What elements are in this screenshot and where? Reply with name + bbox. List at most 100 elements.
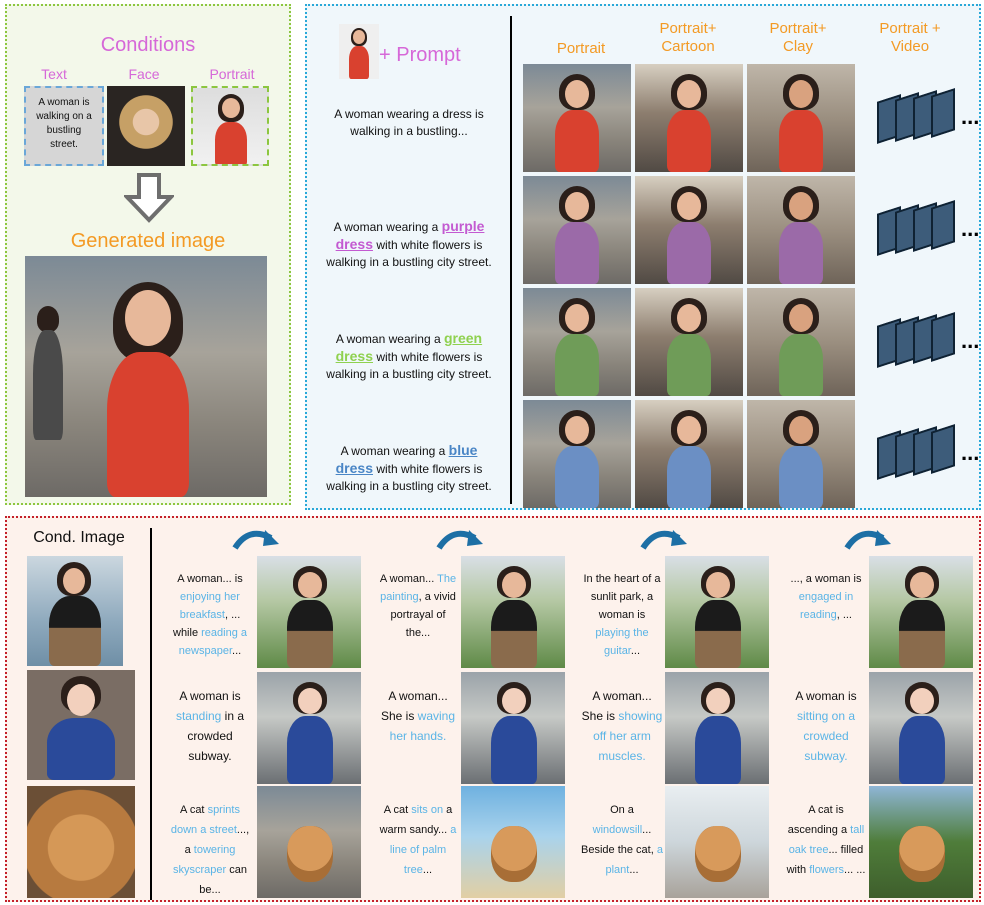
figure-head <box>565 192 589 220</box>
variation-image-cartoon-3 <box>635 400 743 508</box>
prompt-color-word-2: green <box>443 330 483 346</box>
variation-image-cartoon-1 <box>635 176 743 284</box>
conditions-title: Conditions <box>100 34 196 56</box>
figure-head <box>677 304 701 332</box>
curved-arrow-icon <box>232 530 279 550</box>
video-stack-3 <box>877 424 957 486</box>
story-seg-0-3-0: ..., a woman is <box>790 573 862 585</box>
story-seg-2-3-3: flowers <box>809 864 845 876</box>
story-text-1-0: A woman is standing in a crowded subway. <box>169 686 251 766</box>
variation-image-portrait-1 <box>523 176 631 284</box>
story-image-0-1 <box>461 556 565 668</box>
variation-image-portrait-2 <box>523 288 631 396</box>
figure-dress <box>667 334 711 396</box>
story-text-0-3: ..., a woman is engaged in reading, ... <box>785 570 867 624</box>
figure-body <box>899 600 945 668</box>
video-stack-2 <box>877 312 957 374</box>
figure-dress <box>555 334 599 396</box>
story-seg-2-0-0: A cat <box>180 804 208 816</box>
figure-dress <box>779 334 823 396</box>
cat-figure <box>695 826 741 882</box>
face-image <box>107 86 185 166</box>
cond-snowwhite-image <box>27 670 135 780</box>
variation-image-clay-3 <box>747 400 855 508</box>
prompt-text-3: A woman wearing a blue dress with white f… <box>315 442 503 495</box>
story-image-2-3 <box>869 786 973 898</box>
story-text-2-0: A cat sprints down a street..., a toweri… <box>169 800 251 900</box>
figure-head <box>789 80 813 108</box>
figure-dress <box>555 110 599 172</box>
prompt-pre-3: A woman wearing a <box>340 444 449 458</box>
story-text-2-3: A cat is ascending a tall oak tree... fi… <box>785 800 867 880</box>
cat-figure <box>287 826 333 882</box>
conditions-panel: Conditions Text Face Portrait A woman is… <box>5 4 291 505</box>
cat-figure <box>491 826 537 882</box>
story-seg-2-1-0: A cat <box>383 804 412 816</box>
figure-dress <box>779 446 823 508</box>
figure-head <box>706 572 730 598</box>
story-seg-2-1-4: ... <box>422 864 433 876</box>
figure-head <box>677 80 701 108</box>
figure-head <box>910 688 934 714</box>
story-image-1-0 <box>257 672 361 784</box>
figure-dress <box>779 110 823 172</box>
panel2-divider <box>510 16 512 504</box>
variation-image-portrait-0 <box>523 64 631 172</box>
prompt-header: + Prompt <box>379 44 461 66</box>
figure-body <box>287 600 333 668</box>
story-image-1-2 <box>665 672 769 784</box>
figure-dress <box>667 110 711 172</box>
story-image-2-2 <box>665 786 769 898</box>
story-seg-2-2-4: ... <box>629 864 639 876</box>
story-image-0-0 <box>257 556 361 668</box>
story-image-0-3 <box>869 556 973 668</box>
story-seg-2-1-1: sits on <box>411 804 444 816</box>
prompt-color-word-3: blue <box>448 442 478 458</box>
story-text-1-1: A woman... She is waving her hands. <box>377 686 459 746</box>
story-seg-0-3-2: , ... <box>836 609 852 621</box>
story-seg-1-0-0: A woman is <box>179 689 241 703</box>
story-seg-2-2-1: windowsill <box>592 824 643 836</box>
curved-arrow-icon <box>844 530 891 550</box>
ellipsis-1: ... <box>961 216 980 241</box>
generated-label: Generated image <box>70 230 226 252</box>
story-image-2-0 <box>257 786 361 898</box>
figure-head <box>677 192 701 220</box>
figure-body <box>695 716 741 784</box>
video-stack-1 <box>877 200 957 262</box>
story-image-2-1 <box>461 786 565 898</box>
figure-dress <box>667 446 711 508</box>
figure-body <box>695 600 741 668</box>
prompt-pre-2: A woman wearing a <box>335 332 444 346</box>
curved-arrow-icon <box>640 530 687 550</box>
cond-cat-image <box>27 786 135 898</box>
story-panel: Cond. Image A woman... is enjoying her b… <box>5 516 981 902</box>
story-seg-0-2-2: ... <box>630 645 641 657</box>
story-seg-0-2-1: playing the guitar <box>595 627 649 657</box>
curved-arrow-icon <box>436 530 483 550</box>
video-frame <box>931 312 955 362</box>
figure-dress <box>555 446 599 508</box>
ellipsis-3: ... <box>961 440 980 465</box>
story-text-2-2: On a windowsill... Beside the cat, a pla… <box>581 800 663 880</box>
figure-body <box>899 716 945 784</box>
story-image-1-3 <box>869 672 973 784</box>
variation-image-clay-2 <box>747 288 855 396</box>
story-text-0-1: A woman... The painting, a vivid portray… <box>377 570 459 642</box>
figure-head <box>789 304 813 332</box>
generated-image <box>25 256 267 497</box>
text-label: Text <box>41 66 67 82</box>
story-text-0-0: A woman... is enjoying her breakfast, ..… <box>169 570 251 660</box>
figure-dress <box>667 222 711 284</box>
figure-head <box>565 80 589 108</box>
figure-head <box>677 416 701 444</box>
col-header-portrait: Portrait <box>556 40 606 57</box>
figure-head <box>298 572 322 598</box>
story-seg-2-3-0: A cat is ascending a <box>787 804 851 836</box>
figure-head <box>789 192 813 220</box>
down-arrow-icon <box>124 173 174 223</box>
story-seg-0-2-0: In the heart of a sunlit park, a woman i… <box>583 573 661 621</box>
prompt-text-1: A woman wearing a purple dress with white… <box>315 218 503 271</box>
figure-body <box>287 716 333 784</box>
figure-head <box>502 572 526 598</box>
